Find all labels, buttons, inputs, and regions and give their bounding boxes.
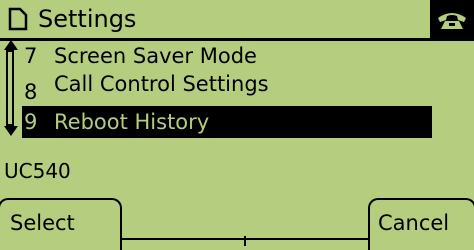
menu-item-label: Screen Saver Mode [54, 44, 257, 68]
line-tab[interactable] [430, 0, 474, 40]
cancel-softkey[interactable]: Cancel [368, 198, 474, 250]
menu-item-number: 7 [24, 44, 38, 68]
select-softkey[interactable]: Select [0, 198, 122, 250]
scrollbar[interactable] [4, 40, 18, 136]
select-softkey-label: Select [10, 211, 75, 235]
menu-item-reboot-history[interactable]: 9 Reboot History [22, 106, 432, 138]
menu-item-call-control-settings[interactable]: 8 Call Control Settings [22, 70, 432, 104]
header-bar: Settings [0, 0, 474, 41]
scroll-down-arrow-icon [4, 126, 18, 136]
menu-item-number: 8 [24, 80, 38, 104]
scroll-up-arrow-icon [4, 40, 18, 50]
scroll-track[interactable] [6, 50, 14, 126]
menu-item-screen-saver-mode[interactable]: 7 Screen Saver Mode [22, 42, 432, 70]
phone-handset-icon [438, 13, 466, 29]
cancel-softkey-label: Cancel [378, 211, 450, 235]
menu-item-label: Call Control Settings [54, 72, 269, 96]
menu-item-label: Reboot History [54, 110, 210, 134]
status-text: UC540 [4, 159, 71, 183]
page-title: Settings [38, 5, 137, 33]
settings-menu: 7 Screen Saver Mode 8 Call Control Setti… [22, 40, 432, 140]
folder-icon [8, 7, 28, 31]
menu-item-number: 9 [24, 110, 38, 134]
